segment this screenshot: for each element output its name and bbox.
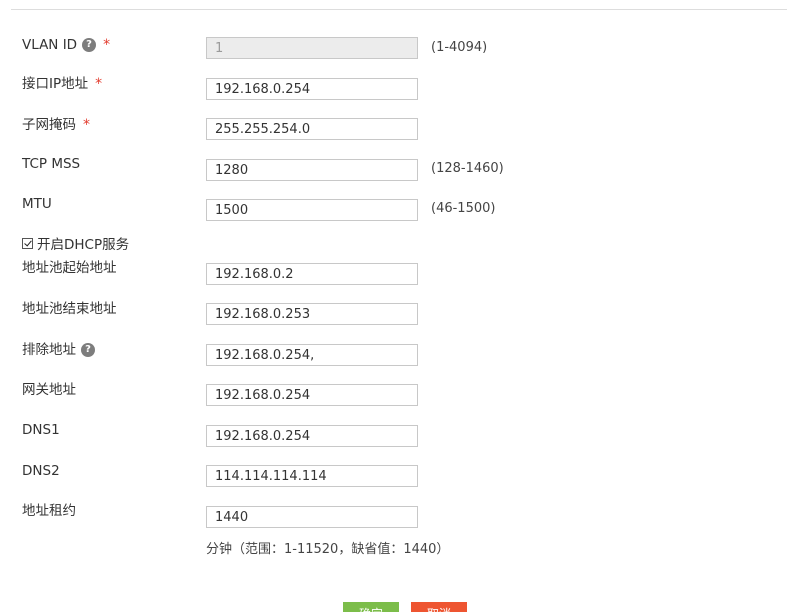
tcp-mss-label-text: TCP MSS bbox=[22, 156, 81, 172]
dns1-input[interactable] bbox=[206, 425, 418, 447]
pool-end-label: 地址池结束地址 bbox=[22, 300, 117, 318]
lease-note: 分钟（范围：1-11520，缺省值：1440） bbox=[206, 542, 450, 557]
exclude-input[interactable] bbox=[206, 344, 418, 366]
ip-label: 接口IP地址 * bbox=[22, 75, 102, 93]
mtu-input[interactable] bbox=[206, 199, 418, 221]
mask-label: 子网掩码 * bbox=[22, 116, 90, 134]
dns2-label: DNS2 bbox=[22, 462, 60, 480]
dns2-label-text: DNS2 bbox=[22, 463, 60, 479]
tcp-mss-range: (128-1460) bbox=[431, 161, 504, 176]
pool-end-label-text: 地址池结束地址 bbox=[22, 301, 117, 317]
top-divider bbox=[11, 9, 787, 10]
pool-start-input[interactable] bbox=[206, 263, 418, 285]
dns2-input[interactable] bbox=[206, 465, 418, 487]
lease-label-text: 地址租约 bbox=[22, 503, 76, 519]
dns1-label-text: DNS1 bbox=[22, 422, 60, 438]
mtu-label: MTU bbox=[22, 195, 52, 213]
vlan-interface-form: VLAN ID ? * (1-4094) 接口IP地址 * 子网掩码 * TCP… bbox=[0, 0, 804, 612]
pool-end-input[interactable] bbox=[206, 303, 418, 325]
gateway-input[interactable] bbox=[206, 384, 418, 406]
lease-label: 地址租约 bbox=[22, 502, 76, 520]
ok-button[interactable]: 确定 bbox=[343, 602, 399, 612]
exclude-label: 排除地址 ? bbox=[22, 341, 95, 359]
pool-start-label: 地址池起始地址 bbox=[22, 259, 117, 277]
required-mark: * bbox=[103, 37, 111, 53]
dhcp-toggle[interactable]: 开启DHCP服务 bbox=[22, 233, 129, 253]
mtu-label-text: MTU bbox=[22, 196, 52, 212]
tcp-mss-label: TCP MSS bbox=[22, 155, 80, 173]
dns1-label: DNS1 bbox=[22, 421, 60, 439]
ip-input[interactable] bbox=[206, 78, 418, 100]
gateway-label: 网关地址 bbox=[22, 381, 76, 399]
help-icon[interactable]: ? bbox=[81, 343, 95, 357]
mask-label-text: 子网掩码 bbox=[22, 117, 76, 133]
cancel-button[interactable]: 取消 bbox=[411, 602, 467, 612]
required-mark: * bbox=[95, 76, 103, 92]
tcp-mss-input[interactable] bbox=[206, 159, 418, 181]
vlan-id-input bbox=[206, 37, 418, 59]
dhcp-label: 开启DHCP服务 bbox=[37, 237, 130, 253]
exclude-label-text: 排除地址 bbox=[22, 342, 76, 358]
vlan-id-label: VLAN ID ? * bbox=[22, 36, 110, 54]
vlan-id-label-text: VLAN ID bbox=[22, 37, 78, 53]
ip-label-text: 接口IP地址 bbox=[22, 76, 89, 92]
vlan-id-range: (1-4094) bbox=[431, 40, 488, 55]
dhcp-checkbox[interactable] bbox=[22, 237, 33, 249]
help-icon[interactable]: ? bbox=[82, 38, 97, 52]
required-mark: * bbox=[83, 117, 90, 133]
lease-input[interactable] bbox=[206, 506, 418, 528]
gateway-label-text: 网关地址 bbox=[22, 382, 76, 398]
pool-start-label-text: 地址池起始地址 bbox=[22, 260, 117, 276]
mask-input[interactable] bbox=[206, 118, 418, 140]
mtu-range: (46-1500) bbox=[431, 201, 496, 216]
